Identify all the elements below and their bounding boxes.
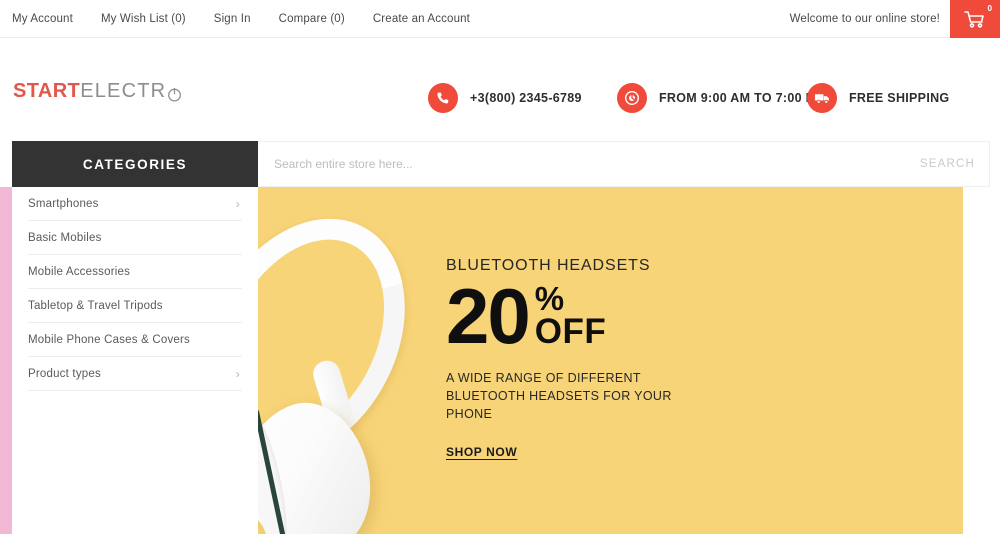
sidebar-item-label: Product types (28, 367, 101, 380)
clock-icon (617, 83, 647, 113)
shopping-cart-icon (963, 9, 987, 29)
info-shipping: FREE SHIPPING (807, 80, 949, 116)
top-link-my-wish-list[interactable]: My Wish List (0) (101, 13, 200, 25)
banner-description: A WIDE RANGE OF DIFFERENT BLUETOOTH HEAD… (446, 370, 672, 421)
banner-discount-number: 20 (446, 272, 531, 360)
business-hours: FROM 9:00 AM TO 7:00 PM (659, 91, 825, 105)
banner-discount-suffix: % OFF (534, 280, 607, 352)
site-logo[interactable]: START ELECTR (13, 80, 182, 103)
chevron-right-icon: › (235, 196, 240, 211)
top-link-create-an-account[interactable]: Create an Account (373, 13, 484, 25)
category-sidebar: Smartphones › Basic Mobiles Mobile Acces… (12, 187, 258, 534)
site-header: START ELECTR +3(800) 2345-6789 FROM 9:00… (0, 38, 1000, 141)
sidebar-item-label: Smartphones (28, 197, 99, 210)
power-symbol-icon (167, 85, 182, 102)
banner-discount: 20 % OFF (446, 272, 926, 360)
shipping-text: FREE SHIPPING (849, 91, 950, 105)
content-area: Smartphones › Basic Mobiles Mobile Acces… (0, 187, 1000, 534)
sidebar-item-smartphones[interactable]: Smartphones › (28, 187, 242, 221)
info-hours: FROM 9:00 AM TO 7:00 PM (617, 80, 825, 116)
top-bar: My Account My Wish List (0) Sign In Comp… (0, 0, 1000, 38)
top-link-my-account[interactable]: My Account (12, 13, 87, 25)
decorative-pink-strip (0, 187, 12, 534)
top-bar-links: My Account My Wish List (0) Sign In Comp… (12, 0, 498, 38)
search-input[interactable] (258, 142, 910, 186)
sidebar-item-basic-mobiles[interactable]: Basic Mobiles (28, 221, 242, 255)
page-root: My Account My Wish List (0) Sign In Comp… (0, 0, 1000, 550)
sidebar-item-tabletop-travel-tripods[interactable]: Tabletop & Travel Tripods (28, 289, 242, 323)
truck-icon (807, 83, 837, 113)
logo-electro-text: ELECTR (80, 80, 167, 102)
sidebar-item-mobile-accessories[interactable]: Mobile Accessories (28, 255, 242, 289)
top-link-sign-in[interactable]: Sign In (214, 13, 265, 25)
sidebar-item-label: Tabletop & Travel Tripods (28, 299, 163, 312)
promo-banner[interactable]: BLUETOOTH HEADSETS 20 % OFF A WIDE RANGE… (258, 187, 963, 534)
sidebar-item-label: Mobile Phone Cases & Covers (28, 333, 191, 346)
phone-number: +3(800) 2345-6789 (470, 91, 582, 105)
cart-count-badge: 0 (987, 4, 992, 13)
search-button[interactable]: SEARCH (910, 142, 989, 186)
welcome-message: Welcome to our online store! (789, 13, 940, 25)
cart-button[interactable]: 0 (950, 0, 1000, 38)
sidebar-item-product-types[interactable]: Product types › (28, 357, 242, 391)
banner-off-text: OFF (534, 312, 607, 352)
phone-icon (428, 83, 458, 113)
search-box: SEARCH (258, 141, 990, 187)
info-phone: +3(800) 2345-6789 (428, 80, 582, 116)
sidebar-item-mobile-phone-cases-covers[interactable]: Mobile Phone Cases & Covers (28, 323, 242, 357)
categories-tab[interactable]: CATEGORIES (12, 141, 258, 187)
banner-text-block: BLUETOOTH HEADSETS 20 % OFF A WIDE RANGE… (446, 257, 926, 461)
sidebar-item-label: Basic Mobiles (28, 231, 102, 244)
shop-now-link[interactable]: SHOP NOW (446, 445, 517, 459)
sidebar-item-label: Mobile Accessories (28, 265, 131, 278)
logo-start-text: START (13, 80, 81, 102)
top-link-compare[interactable]: Compare (0) (279, 13, 359, 25)
banner-percent-sign: % (534, 280, 565, 317)
search-row: CATEGORIES SEARCH (0, 141, 1000, 187)
chevron-right-icon: › (235, 366, 240, 381)
